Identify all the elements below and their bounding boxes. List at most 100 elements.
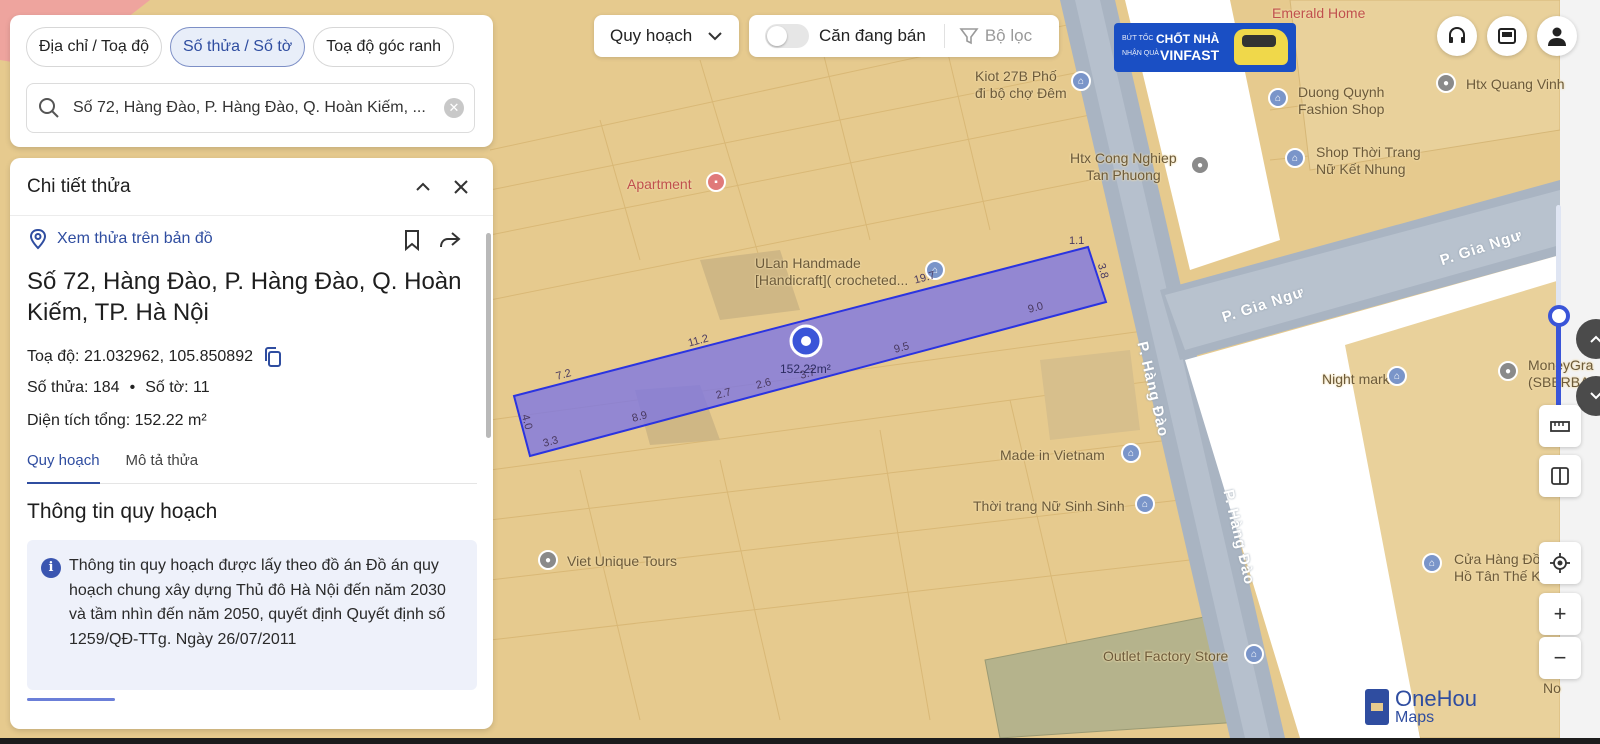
shop-pin-icon[interactable]: ⌂ xyxy=(1244,644,1264,664)
info-icon: i xyxy=(41,558,61,578)
search-mode-tabs: Địa chỉ / Toạ độ Số thửa / Số tờ Toạ độ … xyxy=(26,27,455,67)
sheet-value: 11 xyxy=(193,379,210,396)
area-label: Diện tích tổng: xyxy=(27,412,131,429)
area-value: 152.22 m² xyxy=(134,412,207,429)
ad-text: CHỐT NHÀ xyxy=(1156,32,1220,46)
place-thoitrang[interactable]: Thời trang Nữ Sinh Sinh xyxy=(973,498,1125,515)
shop-pin-icon[interactable]: ⌂ xyxy=(1121,443,1141,463)
place-ulan[interactable]: ULan Handmade [Handicraft]( crocheted... xyxy=(755,255,908,289)
ruler-icon[interactable] xyxy=(1539,405,1581,447)
for-sale-label[interactable]: Căn đang bán xyxy=(819,26,926,46)
planning-note: i Thông tin quy hoạch được lấy theo đồ á… xyxy=(27,540,477,690)
user-avatar-icon[interactable] xyxy=(1537,16,1577,56)
logo-subtext: Maps xyxy=(1395,709,1435,726)
shop-pin-icon[interactable]: ⌂ xyxy=(1268,88,1288,108)
tab-address[interactable]: Địa chỉ / Toạ độ xyxy=(26,27,162,67)
place-htx[interactable]: Htx Cong Nghiep Tan Phuong xyxy=(1070,150,1177,184)
search-input[interactable]: Số 72, Hàng Đào, P. Hàng Đào, Q. Hoàn Ki… xyxy=(26,83,475,133)
parcel-address: Số 72, Hàng Đào, P. Hàng Đào, Q. Hoàn Ki… xyxy=(27,268,462,326)
panel-scrollbar[interactable] xyxy=(486,233,491,438)
parcel-area-label: 152.22m² xyxy=(780,362,831,376)
coords-label: Toạ độ: xyxy=(27,348,80,365)
location-pin-icon xyxy=(29,228,47,250)
ad-text: VINFAST xyxy=(1160,47,1220,63)
tab-parcel-description[interactable]: Mô tả thửa xyxy=(126,450,199,483)
place-kiot[interactable]: Kiot 27B Phố đi bộ chợ Đêm xyxy=(975,68,1067,102)
support-headset-icon[interactable] xyxy=(1437,16,1477,56)
zoom-slider-handle[interactable] xyxy=(1548,305,1570,327)
planning-dropdown[interactable]: Quy hoạch xyxy=(594,15,739,57)
place-pin-icon[interactable]: ● xyxy=(538,550,558,570)
shop-pin-icon[interactable]: ⌂ xyxy=(1071,71,1091,91)
vinfast-ad-banner[interactable]: BỨT TỐC CHỐT NHÀ NHẬN QUÀ VINFAST xyxy=(1114,23,1296,72)
parcel-sheet-row: Số thửa: 184 • Số tờ: 11 xyxy=(27,379,210,396)
place-pin-icon[interactable]: ● xyxy=(1436,73,1456,93)
close-icon[interactable] xyxy=(446,172,476,202)
place-duong[interactable]: Duong Quynh Fashion Shop xyxy=(1298,84,1384,118)
place-htxqv[interactable]: Htx Quang Vinh xyxy=(1466,76,1565,93)
tab-corner-coords[interactable]: Toạ độ góc ranh xyxy=(313,27,455,67)
search-card: Địa chỉ / Toạ độ Số thửa / Số tờ Toạ độ … xyxy=(10,15,493,147)
for-sale-toggle[interactable] xyxy=(765,24,809,48)
place-outlet[interactable]: Outlet Factory Store xyxy=(1103,648,1228,665)
clear-icon[interactable]: ✕ xyxy=(444,98,464,118)
detail-header: Chi tiết thửa xyxy=(10,158,493,216)
planning-dropdown-label: Quy hoạch xyxy=(610,26,693,45)
sheet-label: Số tờ: xyxy=(145,379,189,396)
note-progress-bar xyxy=(27,698,115,701)
area-row: Diện tích tổng: 152.22 m² xyxy=(27,412,207,430)
parcel-detail-panel: Chi tiết thửa Xem thửa trên bản đồ Số 72… xyxy=(10,158,493,729)
bottom-strip xyxy=(0,738,1600,744)
shop-pin-icon[interactable]: ⌂ xyxy=(1422,553,1442,573)
hotel-pin-icon[interactable]: ▪ xyxy=(706,172,726,192)
detail-actions xyxy=(400,228,462,252)
shop-pin-icon[interactable]: ⌂ xyxy=(1387,366,1407,386)
divider xyxy=(943,24,945,48)
detail-title: Chi tiết thửa xyxy=(27,175,131,197)
planning-section-title: Thông tin quy hoạch xyxy=(27,500,218,523)
ad-text: NHẬN QUÀ xyxy=(1122,50,1159,57)
shop-pin-icon[interactable]: ⌂ xyxy=(1285,148,1305,168)
zoom-slider-fill xyxy=(1556,318,1561,410)
parcel-value: 184 xyxy=(92,379,120,396)
collapse-chevron-up-icon[interactable] xyxy=(408,172,438,202)
filter-icon[interactable] xyxy=(959,26,979,46)
filter-button[interactable]: Bộ lọc xyxy=(985,26,1032,46)
view-on-map-label[interactable]: Xem thửa trên bản đồ xyxy=(57,230,213,248)
tab-planning[interactable]: Quy hoạch xyxy=(27,450,100,484)
locate-me-icon[interactable] xyxy=(1539,542,1581,584)
logo-text: OneHou xyxy=(1395,686,1477,711)
copy-icon[interactable] xyxy=(261,345,285,369)
search-query[interactable]: Số 72, Hàng Đào, P. Hàng Đào, Q. Hoàn Ki… xyxy=(73,99,444,117)
parcel-label: Số thửa: xyxy=(27,379,89,396)
bookmark-icon[interactable] xyxy=(400,228,424,252)
place-shop[interactable]: Shop Thời Trang Nữ Kết Nhung xyxy=(1316,144,1421,178)
filter-bar: Căn đang bán Bộ lọc xyxy=(749,15,1059,57)
place-made[interactable]: Made in Vietnam xyxy=(1000,447,1105,464)
view-on-map-link[interactable]: Xem thửa trên bản đồ xyxy=(27,228,213,250)
coords-value: 21.032962, 105.850892 xyxy=(83,348,253,365)
logo-mark-icon xyxy=(1365,689,1389,725)
ad-text: BỨT TỐC xyxy=(1122,35,1154,42)
chevron-down-icon xyxy=(708,32,722,41)
place-pin-icon[interactable]: ● xyxy=(1498,361,1518,381)
zoom-in-button[interactable]: + xyxy=(1539,593,1581,635)
share-icon[interactable] xyxy=(438,228,462,252)
planning-note-text: Thông tin quy hoạch được lấy theo đồ án … xyxy=(69,557,446,648)
shop-pin-icon[interactable]: ⌂ xyxy=(1135,494,1155,514)
detail-tabs: Quy hoạch Mô tả thửa xyxy=(27,450,477,484)
search-icon xyxy=(39,98,59,118)
place-viet[interactable]: Viet Unique Tours xyxy=(567,553,677,570)
tab-parcel[interactable]: Số thửa / Số tờ xyxy=(170,27,306,67)
zoom-out-button[interactable]: − xyxy=(1539,637,1581,679)
onehousing-maps-logo: OneHou Maps xyxy=(1365,688,1477,726)
place-apartment[interactable]: Apartment xyxy=(627,176,692,193)
place-cuahang[interactable]: Cửa Hàng Đồ Hồ Tân Thế K xyxy=(1454,551,1541,585)
car-icon xyxy=(1234,29,1288,65)
place-pin-icon[interactable]: ● xyxy=(1190,155,1210,175)
place-emerald[interactable]: Emerald Home xyxy=(1272,5,1365,22)
edge-label: 1.1 xyxy=(1069,235,1085,247)
split-view-icon[interactable] xyxy=(1539,455,1581,497)
coords-row: Toạ độ: 21.032962, 105.850892 xyxy=(27,345,285,369)
library-icon[interactable] xyxy=(1487,16,1527,56)
